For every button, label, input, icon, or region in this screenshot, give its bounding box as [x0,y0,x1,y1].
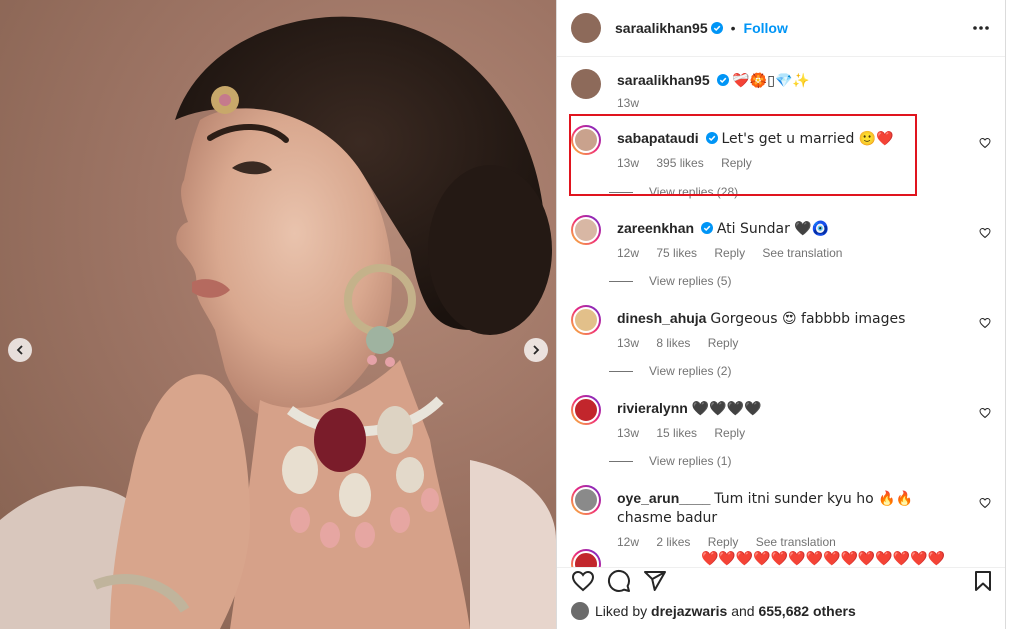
post-actions-bar [557,567,1005,597]
reply-button[interactable]: Reply [708,535,739,549]
comment-icon[interactable] [607,569,631,593]
caption-text: ❤️‍🩹🏵️▯💎✨ [732,73,810,89]
commenter-avatar[interactable] [571,549,601,567]
commenter-username[interactable]: zareenkhan [617,220,694,236]
liked-by-user[interactable]: drejazwaris [651,603,727,619]
reply-button[interactable]: Reply [714,426,745,440]
comment-likes[interactable]: 75 likes [656,246,697,260]
commenter-avatar[interactable] [571,305,601,335]
comment-time: 12w [617,535,640,549]
author-username[interactable]: saraalikhan95 [615,20,708,36]
liked-by-prefix: Liked by [595,603,648,619]
view-replies-label: View replies (28) [649,185,739,199]
post-header: saraalikhan95 • Follow [557,0,1005,57]
comment-text: Let's get u married 🙂❤️ [721,131,894,147]
separator-dot: • [730,20,736,36]
liked-by-summary: Liked by drejazwaris and 655,682 others [571,602,856,620]
like-heart-icon[interactable] [571,569,595,593]
commenter-avatar[interactable] [571,485,601,515]
reply-button[interactable]: Reply [714,246,745,260]
comment-likes[interactable]: 2 likes [656,535,690,549]
post-caption: saraalikhan95 ❤️‍🩹🏵️▯💎✨ 13w [571,69,991,113]
comment-time: 13w [617,156,640,170]
comments-list[interactable]: saraalikhan95 ❤️‍🩹🏵️▯💎✨ 13w sabapataudi … [557,57,1005,567]
commenter-avatar[interactable] [571,395,601,425]
comment-likes[interactable]: 395 likes [656,156,703,170]
view-replies-button[interactable]: View replies (5) [609,274,731,288]
see-translation-button[interactable]: See translation [762,246,842,260]
follow-button[interactable]: Follow [744,20,788,36]
previous-image-button[interactable] [8,338,32,362]
heart-icon[interactable] [979,137,991,149]
commenter-avatar[interactable] [571,125,601,155]
next-image-button[interactable] [524,338,548,362]
comment-text: Ati Sundar 🖤🧿 [716,221,830,237]
liked-by-and: and [731,603,755,619]
view-replies-label: View replies (2) [649,364,732,378]
comment-item: dinesh_ahuja Gorgeous 😍 fabbbb images 13… [571,305,991,365]
comment-time: 13w [617,336,640,350]
view-replies-button[interactable]: View replies (2) [609,364,731,378]
comment-item: oye_arun____ Tum itni sunder kyu ho 🔥🔥 c… [571,485,991,549]
verified-badge-icon [710,22,723,34]
comment-time: 12w [617,246,640,260]
view-replies-button[interactable]: View replies (28) [609,185,738,199]
liker-avatar[interactable] [571,602,589,620]
post-media [0,0,556,629]
comment-item: rivieralynn 🖤🖤🖤🖤 13w 15 likes Reply [571,395,991,455]
caption-avatar[interactable] [571,69,601,99]
commenter-username[interactable]: rivieralynn [617,400,688,416]
verified-badge-icon [700,222,713,234]
comment-text: ❤️❤️❤️❤️❤️❤️❤️❤️❤️❤️❤️❤️❤️❤️ [701,551,946,567]
comment-likes[interactable]: 8 likes [656,336,690,350]
bookmark-icon[interactable] [971,569,995,593]
view-replies-label: View replies (5) [649,274,732,288]
commenter-username[interactable]: sabapataudi [617,130,699,146]
commenter-avatar[interactable] [571,215,601,245]
comment-item: zareenkhan Ati Sundar 🖤🧿 12w 75 likes Re… [571,215,991,275]
chevron-left-icon [16,345,23,355]
comment-text: 🖤🖤🖤🖤 [691,401,762,417]
heart-icon[interactable] [979,497,991,509]
author-avatar[interactable] [571,13,601,43]
caption-username[interactable]: saraalikhan95 [617,72,710,88]
see-translation-button[interactable]: See translation [756,535,836,549]
post-photo [0,16,556,629]
reply-button[interactable]: Reply [708,336,739,350]
send-icon[interactable] [643,569,667,593]
commenter-username[interactable]: oye_arun____ [617,490,710,506]
liked-by-count[interactable]: 655,682 others [758,603,855,619]
comment-text: Gorgeous 😍 fabbbb images [710,311,906,327]
heart-icon[interactable] [979,227,991,239]
chevron-right-icon [533,345,540,355]
view-replies-button[interactable]: View replies (1) [609,454,731,468]
verified-badge-icon [716,74,729,86]
post-details-panel: saraalikhan95 • Follow saraalikhan95 ❤️‍… [556,0,1006,629]
caption-time: 13w [617,96,640,110]
view-replies-label: View replies (1) [649,454,732,468]
comment-likes[interactable]: 15 likes [656,426,697,440]
comment-item: ❤️❤️❤️❤️❤️❤️❤️❤️❤️❤️❤️❤️❤️❤️ [571,549,991,567]
heart-icon[interactable] [979,407,991,419]
comment-time: 13w [617,426,640,440]
verified-badge-icon [705,132,718,144]
more-options-icon[interactable] [971,18,991,38]
reply-button[interactable]: Reply [721,156,752,170]
heart-icon[interactable] [979,317,991,329]
commenter-username[interactable]: dinesh_ahuja [617,310,706,326]
